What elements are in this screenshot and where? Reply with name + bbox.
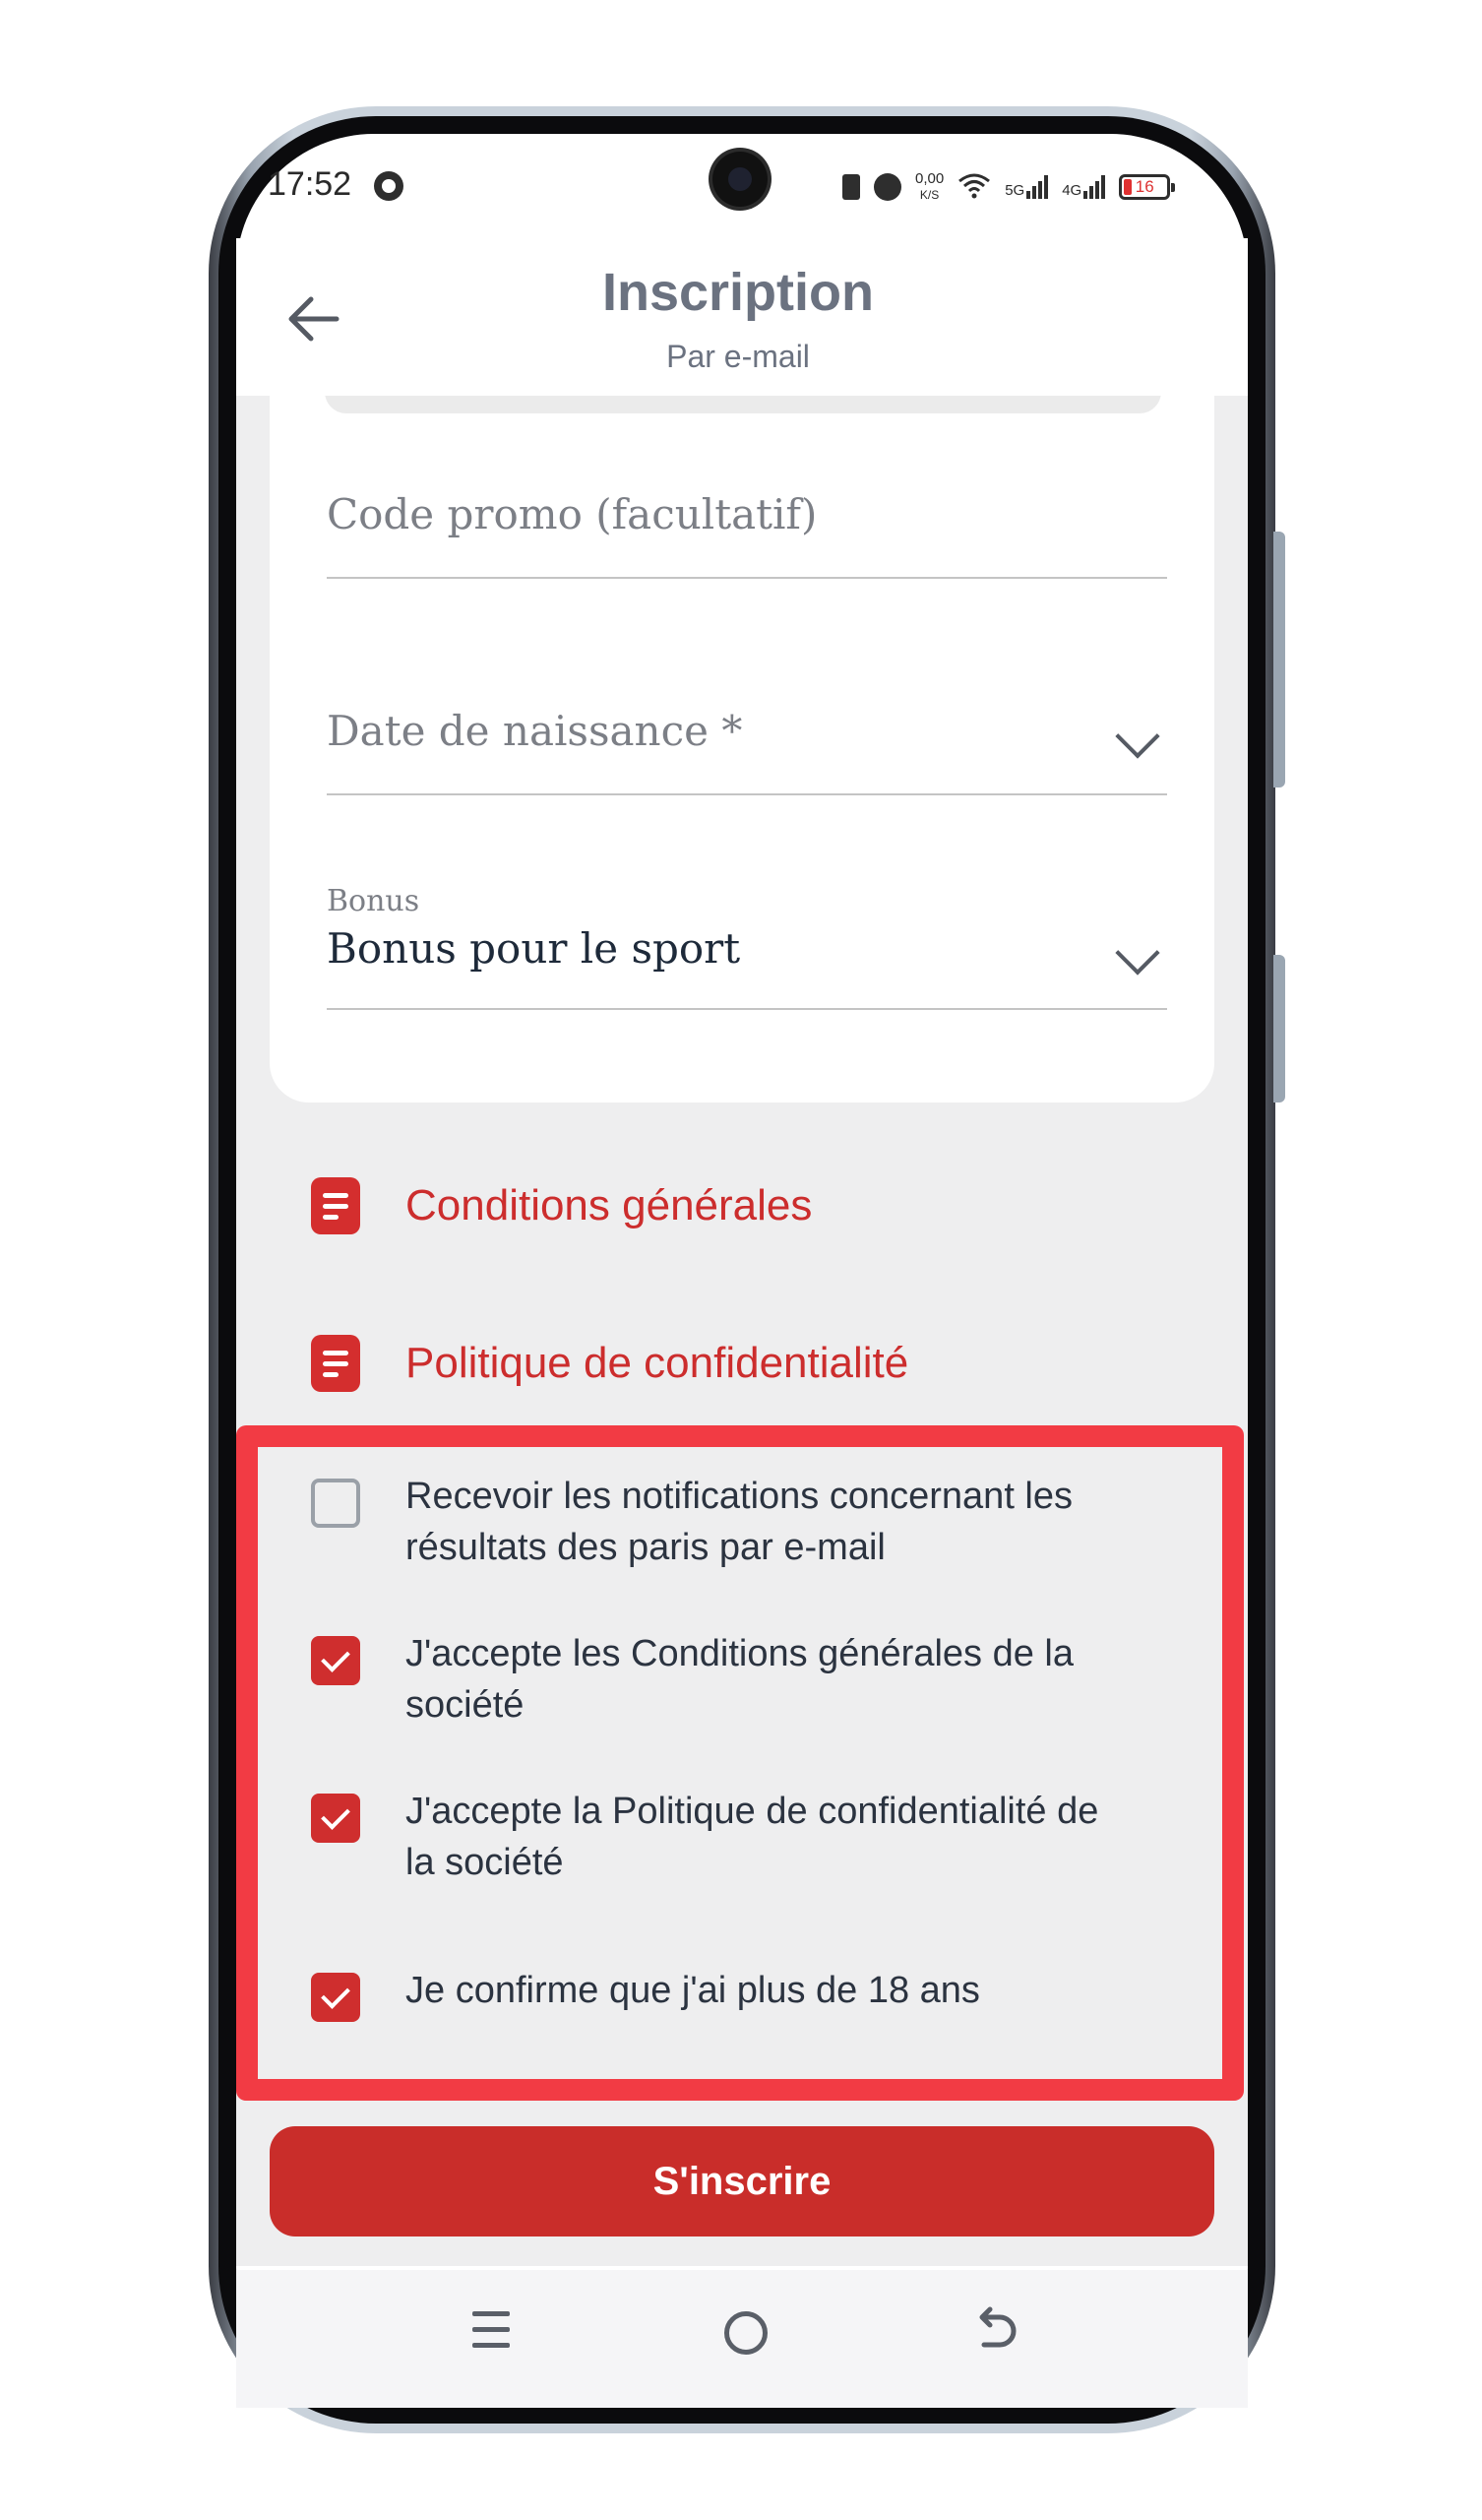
- status-icons: 0,00 K/S 5G 4G 16: [842, 167, 1176, 207]
- vibrate-icon: [842, 174, 860, 200]
- terms-link-label: Conditions générales: [405, 1181, 813, 1229]
- checkbox-row-privacy[interactable]: J'accepte la Politique de confidentialit…: [311, 1786, 1114, 1888]
- promo-code-field[interactable]: Code promo (facultatif): [327, 490, 1167, 579]
- terms-link[interactable]: Conditions générales: [311, 1171, 812, 1240]
- menu-icon[interactable]: [472, 2309, 510, 2351]
- submit-button[interactable]: S'inscrire: [270, 2126, 1214, 2236]
- birthdate-placeholder: Date de naissance *: [327, 707, 743, 755]
- bonus-value: Bonus pour le sport: [327, 924, 741, 973]
- promo-code-placeholder: Code promo (facultatif): [327, 490, 818, 538]
- signal-label-4g: 4G: [1062, 182, 1082, 199]
- signal-icon-4g: 4G: [1062, 175, 1106, 199]
- page-subtitle: Par e-mail: [666, 339, 810, 374]
- privacy-checkbox-label: J'accepte la Politique de confidentialit…: [405, 1791, 1099, 1883]
- privacy-checkbox[interactable]: [311, 1794, 360, 1843]
- age-checkbox-label: Je confirme que j'ai plus de 18 ans: [405, 1970, 980, 2011]
- document-icon: [311, 1335, 360, 1392]
- network-speed-value: 0,00: [915, 170, 945, 187]
- age-checkbox[interactable]: [311, 1973, 360, 2022]
- document-icon: [311, 1177, 360, 1234]
- power-button: [1273, 955, 1285, 1102]
- birthdate-field[interactable]: Date de naissance *: [327, 707, 1167, 795]
- terms-checkbox[interactable]: [311, 1636, 360, 1685]
- page-title: Inscription: [601, 263, 874, 322]
- checkbox-row-notifications[interactable]: Recevoir les notifications concernant le…: [311, 1471, 1114, 1573]
- signal-label-5g: 5G: [1005, 182, 1025, 199]
- status-time: 17:52: [268, 165, 352, 203]
- network-speed-unit: K/S: [919, 188, 940, 202]
- privacy-link[interactable]: Politique de confidentialité: [311, 1329, 908, 1398]
- checkbox-row-age[interactable]: Je confirme que j'ai plus de 18 ans: [311, 1965, 1114, 2022]
- home-icon[interactable]: [724, 2311, 768, 2355]
- bonus-label: Bonus: [327, 884, 420, 918]
- terms-checkbox-label: J'accepte les Conditions générales de la…: [405, 1633, 1075, 1726]
- bonus-select[interactable]: Bonus Bonus pour le sport: [327, 884, 1167, 1010]
- front-camera: [712, 152, 768, 207]
- wifi-icon: [957, 171, 991, 204]
- notifications-checkbox[interactable]: [311, 1479, 360, 1528]
- signal-icon-5g: 5G: [1005, 175, 1049, 199]
- whatsapp-icon: [374, 171, 403, 201]
- battery-icon: 16: [1119, 174, 1176, 200]
- back-icon[interactable]: [974, 2305, 1018, 2353]
- network-speed: 0,00 K/S: [915, 171, 944, 203]
- checkbox-row-terms[interactable]: J'accepte les Conditions générales de la…: [311, 1628, 1114, 1731]
- battery-level: 16: [1135, 177, 1154, 196]
- alarm-icon: [874, 173, 901, 201]
- volume-button: [1273, 532, 1285, 788]
- privacy-link-label: Politique de confidentialité: [405, 1339, 909, 1387]
- arrow-left-icon[interactable]: [283, 291, 342, 346]
- notifications-checkbox-label: Recevoir les notifications concernant le…: [405, 1476, 1074, 1568]
